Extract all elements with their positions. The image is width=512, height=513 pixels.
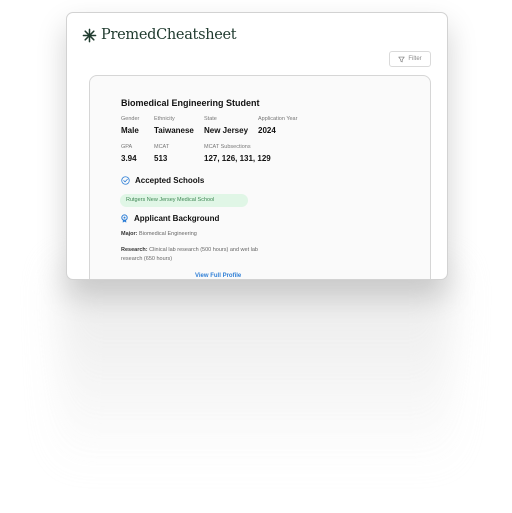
- award-icon: [121, 214, 128, 223]
- application-year-value: 2024: [258, 126, 276, 135]
- filter-button-label: Filter: [408, 56, 422, 62]
- app-window: PremedCheatsheet Filter Biomedical Engin…: [66, 12, 448, 280]
- applicant-background-heading: Applicant Background: [120, 214, 219, 223]
- gpa-value: 3.94: [121, 154, 137, 163]
- ethnicity-label: Ethnicity: [154, 116, 175, 122]
- app-logo[interactable]: PremedCheatsheet: [82, 27, 237, 43]
- gender-label: Gender: [121, 116, 140, 122]
- research-line: Research: Clinical lab research (500 hou…: [121, 246, 258, 264]
- major-value: Biomedical Engineering: [139, 231, 197, 237]
- state-value: New Jersey: [204, 126, 249, 135]
- state-label: State: [204, 116, 217, 122]
- filter-icon: [398, 56, 405, 62]
- major-line: Major: Biomedical Engineering: [121, 230, 197, 239]
- app-name: PremedCheatsheet: [101, 27, 237, 43]
- ethnicity-value: Taiwanese: [154, 126, 194, 135]
- applicant-background-heading-text: Applicant Background: [134, 214, 220, 223]
- accepted-schools-heading-text: Accepted Schools: [135, 176, 205, 185]
- gender-value: Male: [121, 126, 139, 135]
- filter-button[interactable]: Filter: [389, 51, 431, 67]
- asterisk-logo-icon: [82, 28, 97, 42]
- check-circle-icon: [121, 176, 130, 185]
- mcat-value: 513: [154, 154, 168, 163]
- research-label: Research:: [121, 247, 148, 253]
- view-full-profile-link[interactable]: View Full Profile: [195, 273, 241, 279]
- accepted-school-chip[interactable]: Rutgers New Jersey Medical School: [120, 194, 248, 207]
- accepted-schools-heading: Accepted Schools: [121, 176, 204, 185]
- window-shadow: [60, 270, 452, 470]
- mcat-subsections-label: MCAT Subsections: [204, 144, 251, 150]
- mcat-label: MCAT: [154, 144, 170, 150]
- research-value-cont: research (650 hours): [121, 256, 173, 262]
- profile-title: Biomedical Engineering Student: [121, 98, 260, 108]
- gpa-label: GPA: [121, 144, 133, 150]
- application-year-label: Application Year: [258, 116, 298, 122]
- major-label: Major:: [121, 231, 138, 237]
- research-value: Clinical lab research (500 hours) and we…: [149, 247, 258, 253]
- mcat-subsections-value: 127, 126, 131, 129: [204, 154, 271, 163]
- profile-card: Biomedical Engineering Student Gender Ma…: [89, 75, 431, 279]
